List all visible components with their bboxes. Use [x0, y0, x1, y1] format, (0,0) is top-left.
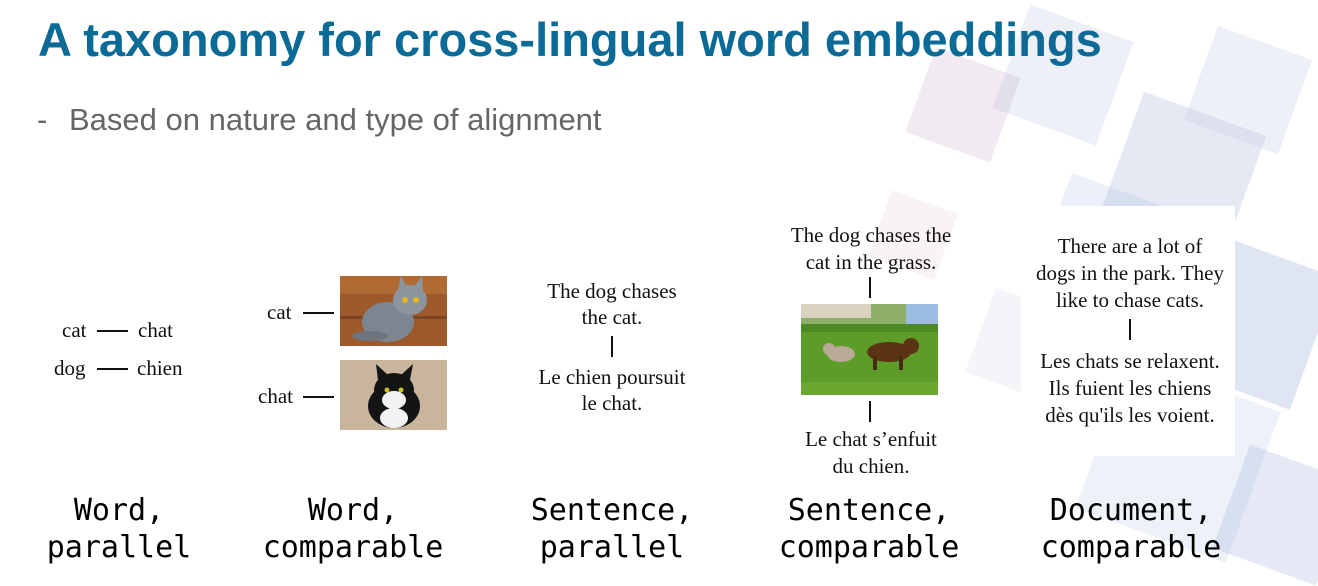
text-line: le chat.: [581, 391, 643, 415]
alignment-line: [97, 330, 128, 332]
text-line: cat in the grass.: [805, 250, 937, 274]
bullet-marker: -: [37, 102, 48, 137]
caption-line: Sentence,: [530, 493, 694, 528]
source-word: cat: [62, 318, 87, 342]
caption-line: Sentence,: [787, 493, 951, 528]
source-document: There are a lot of dogs in the park. The…: [1021, 233, 1239, 314]
caption-word-parallel: Word, parallel: [19, 492, 219, 566]
slide-title: A taxonomy for cross-lingual word embedd…: [38, 13, 1102, 66]
text-line: the cat.: [581, 305, 643, 329]
alignment-line: [97, 368, 128, 370]
bullet-point: - Based on nature and type of alignment: [37, 102, 602, 138]
text-line: dès qu'ils les voient.: [1045, 403, 1215, 427]
caption-line: comparable: [262, 530, 444, 565]
target-sentence: Le chien poursuit le chat.: [512, 364, 712, 416]
source-word: chat: [258, 384, 293, 408]
source-sentence: The dog chases the cat in the grass.: [766, 222, 976, 276]
dog-chasing-cat-photo: [801, 304, 938, 395]
source-sentence: The dog chases the cat.: [512, 278, 712, 330]
alignment-line: [1129, 319, 1131, 340]
alignment-line: [303, 312, 334, 314]
source-word: dog: [54, 356, 86, 380]
text-line: Le chien poursuit: [538, 365, 686, 389]
caption-line: comparable: [1040, 530, 1222, 565]
target-sentence: Le chat s’enfuit du chien.: [766, 426, 976, 480]
caption-line: parallel: [539, 530, 685, 565]
caption-sentence-parallel: Sentence, parallel: [502, 492, 722, 566]
grey-cat-photo: [340, 276, 447, 346]
caption-line: comparable: [778, 530, 960, 565]
caption-line: Word,: [307, 493, 399, 528]
text-line: The dog chases: [547, 279, 677, 303]
text-line: Ils fuient les chiens: [1048, 376, 1212, 400]
target-word: chien: [137, 356, 183, 380]
text-line: There are a lot of: [1057, 234, 1203, 258]
text-line: dogs in the park. They: [1036, 261, 1224, 285]
alignment-line: [869, 277, 871, 298]
alignment-line: [869, 401, 871, 422]
text-line: Le chat s’enfuit: [805, 427, 937, 451]
target-word: chat: [138, 318, 173, 342]
black-white-cat-photo: [340, 360, 447, 430]
text-line: like to chase cats.: [1055, 288, 1205, 312]
bullet-text: Based on nature and type of alignment: [69, 102, 602, 137]
target-document: Les chats se relaxent. Ils fuient les ch…: [1021, 348, 1239, 429]
alignment-line: [303, 396, 334, 398]
alignment-line: [611, 336, 613, 357]
text-line: Les chats se relaxent.: [1040, 349, 1220, 373]
caption-line: Document,: [1049, 493, 1213, 528]
text-line: The dog chases the: [790, 223, 952, 247]
caption-line: Word,: [73, 493, 165, 528]
caption-line: parallel: [46, 530, 192, 565]
caption-document-comparable: Document, comparable: [1021, 492, 1241, 566]
caption-word-comparable: Word, comparable: [243, 492, 463, 566]
caption-sentence-comparable: Sentence, comparable: [759, 492, 979, 566]
text-line: du chien.: [832, 454, 910, 478]
source-word: cat: [267, 300, 292, 324]
